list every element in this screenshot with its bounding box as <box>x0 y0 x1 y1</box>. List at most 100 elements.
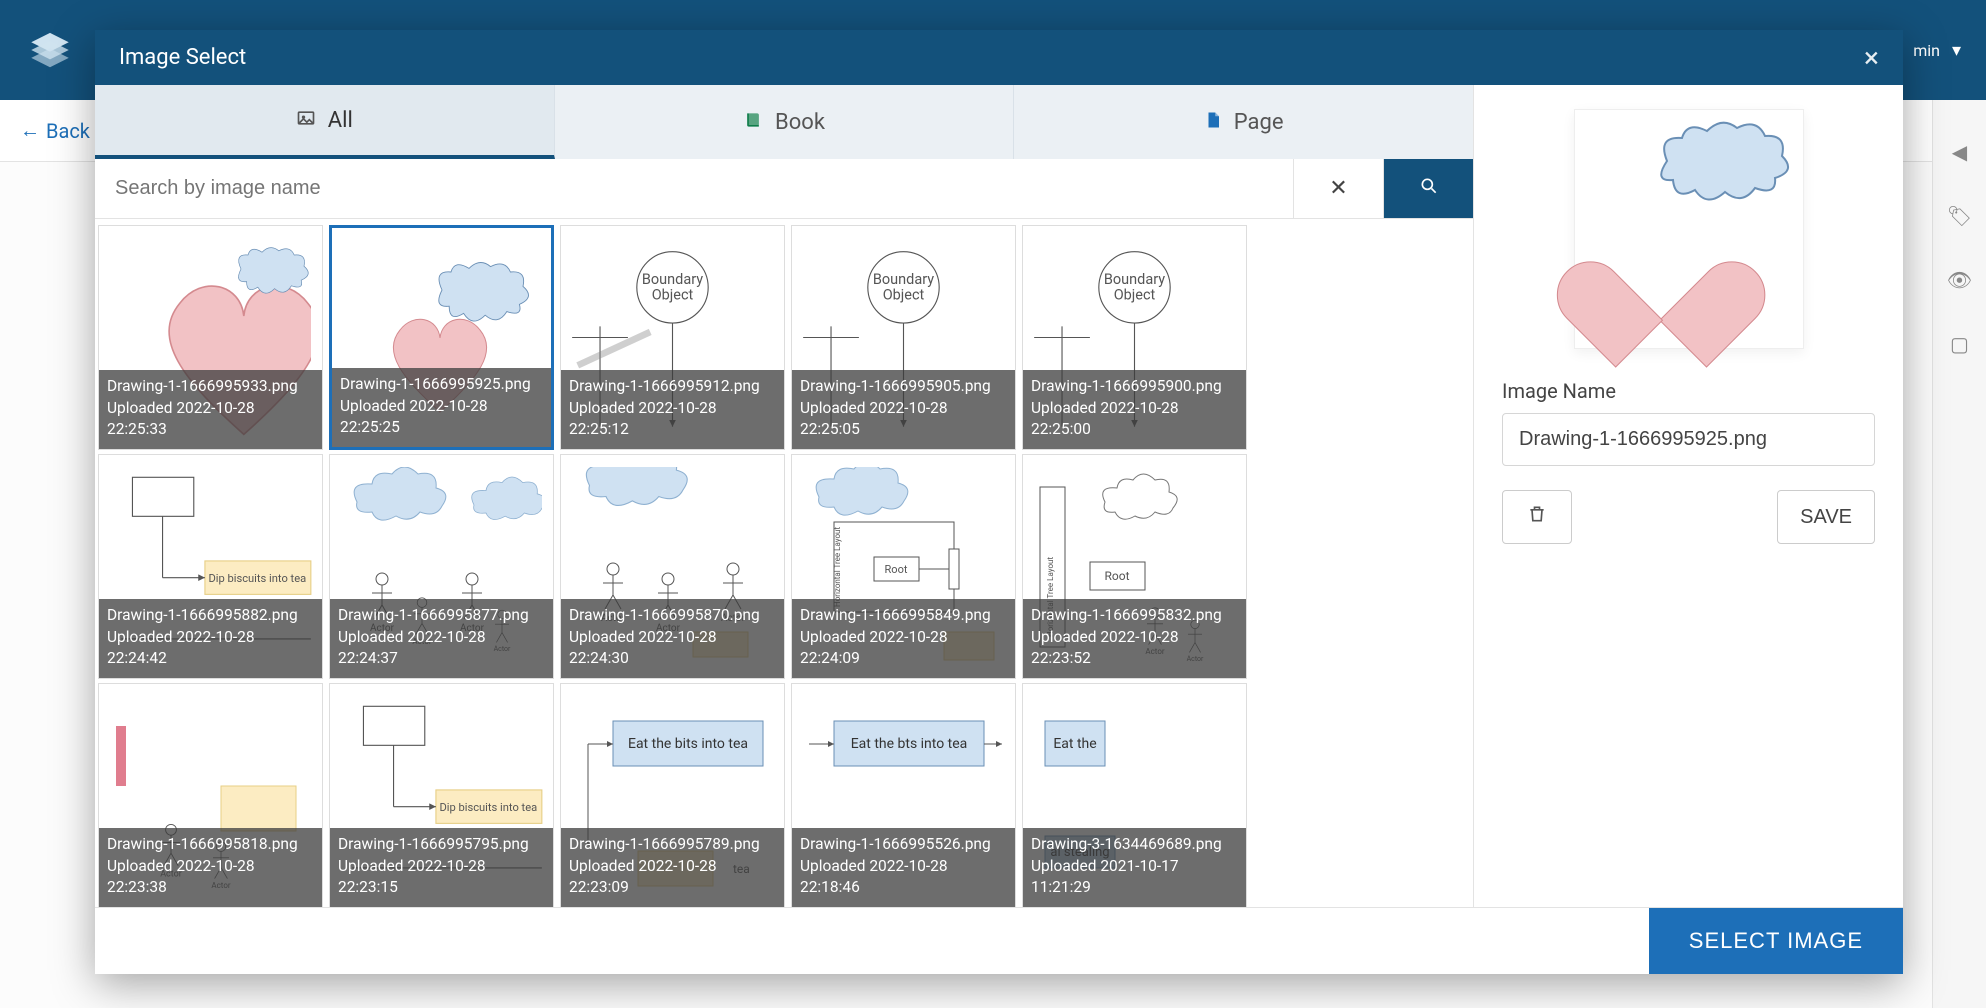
trash-icon <box>1527 503 1547 531</box>
thumbnail-filename: Drawing-1-1666995933.png <box>107 376 314 398</box>
thumbnail-uploaded: Uploaded 2022-10-28 22:24:09 <box>800 627 1007 670</box>
thumbnail-filename: Drawing-1-1666995912.png <box>569 376 776 398</box>
image-thumbnail[interactable]: Horizontal Tree Layout Root Drawing-1-1666… <box>791 454 1016 679</box>
modal-footer: SELECT IMAGE <box>95 907 1903 974</box>
tab-book[interactable]: Book <box>555 85 1015 159</box>
thumbnail-caption: Drawing-1-1666995795.pngUploaded 2022-10… <box>330 828 553 907</box>
save-button[interactable]: SAVE <box>1777 490 1875 544</box>
thumbnail-uploaded: Uploaded 2022-10-28 22:25:12 <box>569 398 776 441</box>
image-grid: Drawing-1-1666995933.pngUploaded 2022-10… <box>95 219 1473 907</box>
thumbnail-uploaded: Uploaded 2022-10-28 22:25:33 <box>107 398 314 441</box>
clear-search-button[interactable]: ✕ <box>1293 159 1383 218</box>
thumbnail-caption: Drawing-1-1666995905.pngUploaded 2022-10… <box>792 370 1015 449</box>
svg-text:Root: Root <box>884 563 907 576</box>
svg-text:Eat the bits into tea: Eat the bits into tea <box>627 736 747 752</box>
thumbnail-caption: Drawing-1-1666995849.pngUploaded 2022-10… <box>792 599 1015 678</box>
thumbnail-uploaded: Uploaded 2022-10-28 22:24:37 <box>338 627 545 670</box>
right-toolstrip: ◀ 🏷 👁 ▢ <box>1932 100 1986 1008</box>
modal-header: Image Select × <box>95 30 1903 85</box>
thumbnail-filename: Drawing-1-1666995870.png <box>569 605 776 627</box>
thumbnail-filename: Drawing-1-1666995849.png <box>800 605 1007 627</box>
delete-button[interactable] <box>1502 490 1572 544</box>
thumbnail-caption: Drawing-1-1666995832.pngUploaded 2022-10… <box>1023 599 1246 678</box>
image-thumbnail[interactable]: Eat the bits into teateaDrawing-1-166699… <box>560 683 785 907</box>
thumbnail-filename: Drawing-1-1666995877.png <box>338 605 545 627</box>
thumbnail-caption: Drawing-1-1666995900.pngUploaded 2022-10… <box>1023 370 1246 449</box>
image-preview <box>1574 109 1804 349</box>
chevron-left-icon[interactable]: ◀ <box>1952 140 1967 164</box>
svg-text:Object: Object <box>883 287 925 304</box>
thumbnail-uploaded: Uploaded 2022-10-28 22:25:00 <box>1031 398 1238 441</box>
thumbnail-uploaded: Uploaded 2022-10-28 22:25:05 <box>800 398 1007 441</box>
back-link[interactable]: ← Back <box>20 118 90 143</box>
back-link-label: Back <box>46 119 90 143</box>
page-icon <box>1204 110 1222 135</box>
thumbnail-uploaded: Uploaded 2022-10-28 22:23:09 <box>569 856 776 899</box>
user-menu-label[interactable]: min <box>1913 41 1940 60</box>
tab-label: All <box>328 108 353 133</box>
thumbnail-filename: Drawing-1-1666995526.png <box>800 834 1007 856</box>
image-name-field[interactable] <box>1502 413 1875 466</box>
image-thumbnail[interactable]: Drawing-1-1666995925.pngUploaded 2022-10… <box>329 225 554 450</box>
thumbnail-uploaded: Uploaded 2022-10-28 22:18:46 <box>800 856 1007 899</box>
thumbnail-filename: Drawing-1-1666995900.png <box>1031 376 1238 398</box>
panel-icon[interactable]: ▢ <box>1950 332 1969 356</box>
close-icon: ✕ <box>1329 176 1347 201</box>
svg-text:Eat the bts into tea: Eat the bts into tea <box>850 736 967 752</box>
thumbnail-caption: Drawing-1-1666995870.pngUploaded 2022-10… <box>561 599 784 678</box>
tab-all[interactable]: All <box>95 85 555 159</box>
svg-text:Boundary: Boundary <box>1104 271 1165 288</box>
search-row: ✕ <box>95 159 1473 219</box>
image-thumbnail[interactable]: Dip biscuits into tea Drawing-1-166699588… <box>98 454 323 679</box>
image-thumbnail[interactable]: BoundaryObjectDrawing-1-1666995900.pngUp… <box>1022 225 1247 450</box>
arrow-left-icon: ← <box>20 118 40 143</box>
thumbnail-caption: Drawing-1-1666995877.pngUploaded 2022-10… <box>330 599 553 678</box>
thumbnail-caption: Drawing-3-1634469689.pngUploaded 2021-10… <box>1023 828 1246 907</box>
thumbnail-caption: Drawing-1-1666995818.pngUploaded 2022-10… <box>99 828 322 907</box>
image-thumbnail[interactable]: Drawing-1-1666995933.pngUploaded 2022-10… <box>98 225 323 450</box>
thumbnail-uploaded: Uploaded 2022-10-28 22:24:30 <box>569 627 776 670</box>
image-thumbnail[interactable]: BoundaryObject Drawing-1-1666995912.pngUp… <box>560 225 785 450</box>
image-thumbnail[interactable]: BoundaryObject Drawing-1-1666995905.pngUp… <box>791 225 1016 450</box>
thumbnail-caption: Drawing-1-1666995933.pngUploaded 2022-10… <box>99 370 322 449</box>
image-thumbnail[interactable]: Horizontal Tree LayoutRootActorActorDraw… <box>1022 454 1247 679</box>
select-image-button[interactable]: SELECT IMAGE <box>1649 908 1903 974</box>
caret-down-icon[interactable]: ▾ <box>1952 40 1961 61</box>
tab-page[interactable]: Page <box>1014 85 1473 159</box>
svg-text:Dip biscuits into tea: Dip biscuits into tea <box>208 572 306 585</box>
svg-text:Dip biscuits into tea: Dip biscuits into tea <box>439 801 537 814</box>
thumbnail-filename: Drawing-1-1666995925.png <box>340 374 543 396</box>
app-logo-icon <box>25 25 75 75</box>
search-button[interactable] <box>1383 159 1473 218</box>
svg-text:Boundary: Boundary <box>873 271 934 288</box>
thumbnail-filename: Drawing-3-1634469689.png <box>1031 834 1238 856</box>
thumbnail-filename: Drawing-1-1666995905.png <box>800 376 1007 398</box>
image-thumbnail[interactable]: Eat theal stealingDrawing-3-1634469689.p… <box>1022 683 1247 907</box>
tag-icon[interactable]: 🏷 <box>1947 204 1972 228</box>
thumbnail-caption: Drawing-1-1666995789.pngUploaded 2022-10… <box>561 828 784 907</box>
svg-text:Object: Object <box>652 287 694 304</box>
svg-text:Eat the: Eat the <box>1053 736 1096 752</box>
image-name-label: Image Name <box>1502 379 1875 403</box>
thumbnail-caption: Drawing-1-1666995882.pngUploaded 2022-10… <box>99 599 322 678</box>
image-thumbnail[interactable]: Eat the bts into tea Drawing-1-1666995526… <box>791 683 1016 907</box>
book-icon <box>743 110 763 135</box>
svg-text:Root: Root <box>1104 569 1129 583</box>
svg-text:Boundary: Boundary <box>642 271 703 288</box>
thumbnail-filename: Drawing-1-1666995818.png <box>107 834 314 856</box>
search-input[interactable] <box>95 159 1293 218</box>
thumbnail-uploaded: Uploaded 2022-10-28 22:23:38 <box>107 856 314 899</box>
image-thumbnail[interactable]: ActorActorDrawing-1-1666995818.pngUpload… <box>98 683 323 907</box>
image-thumbnail[interactable]: ActorActorActorDrawing-1-1666995870.pngU… <box>560 454 785 679</box>
close-icon[interactable]: × <box>1864 44 1879 72</box>
search-icon <box>1419 176 1439 202</box>
image-thumbnail[interactable]: ActorActorActorActorDrawing-1-1666995877… <box>329 454 554 679</box>
thumbnail-filename: Drawing-1-1666995789.png <box>569 834 776 856</box>
svg-text:Horizontal Tree Layout: Horizontal Tree Layout <box>833 526 842 606</box>
modal-tabs: All Book Page <box>95 85 1473 159</box>
image-thumbnail[interactable]: Dip biscuits into tea Drawing-1-166699579… <box>329 683 554 907</box>
eye-icon[interactable]: 👁 <box>1947 268 1972 292</box>
tab-label: Book <box>775 110 825 135</box>
thumbnail-caption: Drawing-1-1666995526.pngUploaded 2022-10… <box>792 828 1015 907</box>
thumbnail-filename: Drawing-1-1666995882.png <box>107 605 314 627</box>
